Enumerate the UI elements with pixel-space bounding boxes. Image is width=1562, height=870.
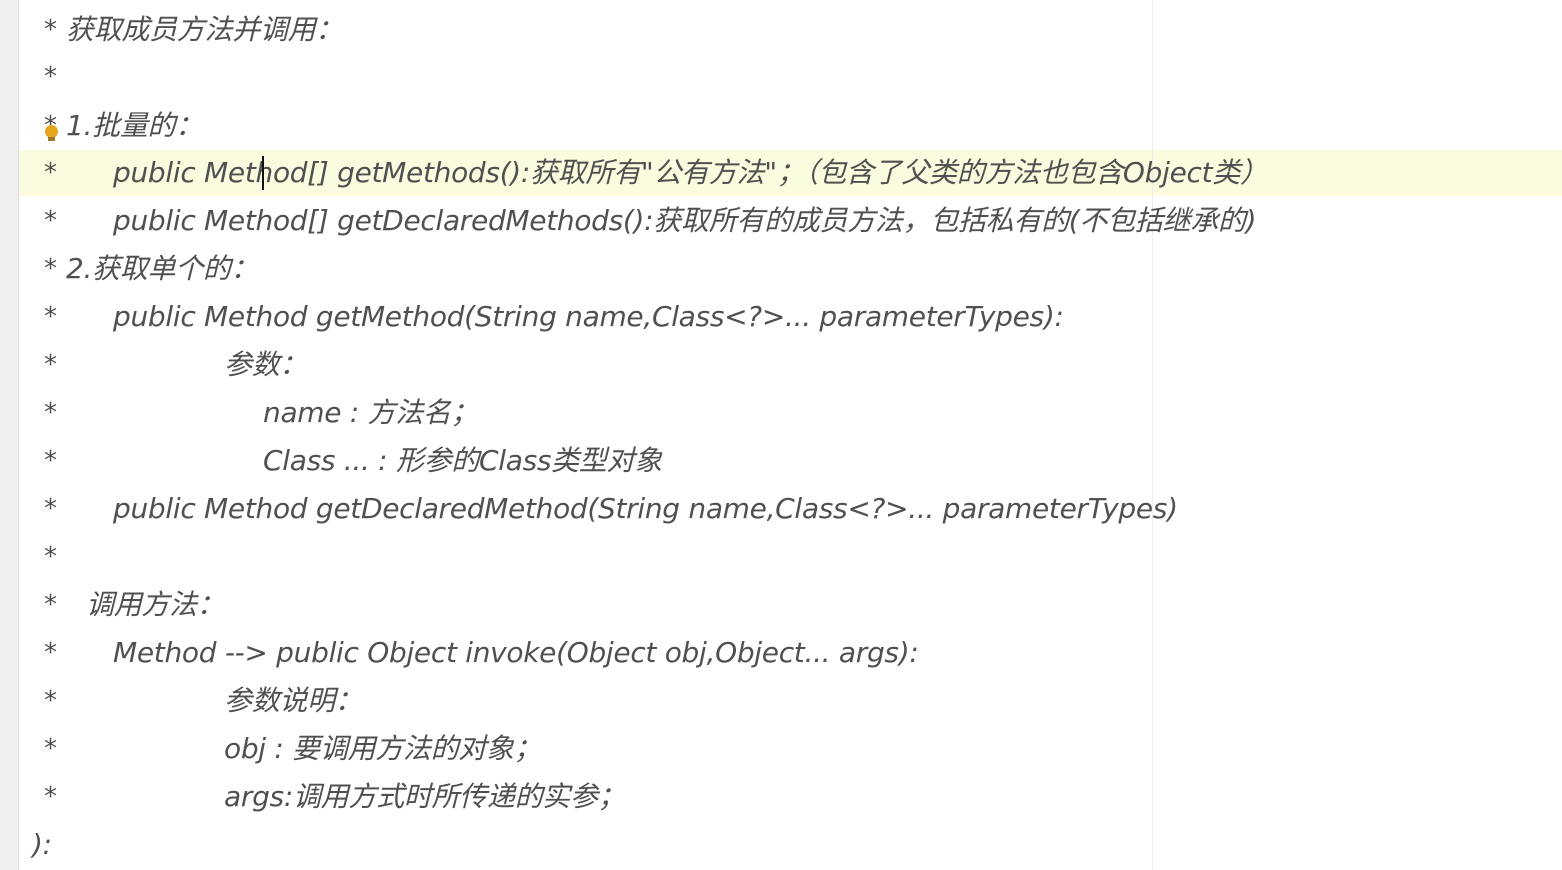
comment-star: * xyxy=(44,446,57,476)
code-text: 获取成员方法并调用： xyxy=(66,13,344,46)
code-text: 参数： xyxy=(224,348,308,381)
code-text: ): xyxy=(32,828,52,861)
comment-star: * xyxy=(44,542,57,572)
code-text: public Method[] getDeclaredMethods():获取所… xyxy=(113,204,1257,237)
comment-star: * xyxy=(44,398,57,428)
comment-star: * xyxy=(44,590,57,620)
code-text: 2.获取单个的： xyxy=(66,252,259,285)
code-text: args:调用方式时所传递的实参； xyxy=(224,780,626,813)
comment-star: * xyxy=(44,686,57,716)
code-text: 1.批量的： xyxy=(66,109,203,142)
code-text: Class ... : 形参的Class类型对象 xyxy=(263,444,662,477)
comment-star: * xyxy=(44,782,57,812)
comment-star: * xyxy=(44,158,57,188)
code-text: obj : 要调用方法的对象； xyxy=(224,732,542,765)
code-text: public Method getMethod(String name,Clas… xyxy=(113,300,1064,333)
code-text: public Method[] getMethods():获取所有"公有方法"；… xyxy=(113,156,1268,189)
comment-star: * xyxy=(44,206,57,236)
code-editor[interactable]: * 获取成员方法并调用： * * 1.批量的： * public Method[… xyxy=(0,0,1562,870)
comment-star: * xyxy=(44,15,57,45)
code-text: Method --> public Object invoke(Object o… xyxy=(113,636,919,669)
comment-star: * xyxy=(44,254,57,284)
comment-star: * xyxy=(44,62,57,92)
comment-star: * xyxy=(44,638,57,668)
comment-star: * xyxy=(44,494,57,524)
editor-gutter[interactable] xyxy=(0,0,19,870)
code-text: name : 方法名； xyxy=(263,396,479,429)
code-text: public Method getDeclaredMethod(String n… xyxy=(113,492,1178,525)
right-margin-guide xyxy=(1152,0,1153,870)
comment-star: * xyxy=(44,350,57,380)
text-caret xyxy=(262,156,264,190)
comment-star: * xyxy=(44,302,57,332)
lightbulb-base xyxy=(48,137,55,141)
code-text: 调用方法： xyxy=(86,588,225,621)
comment-star: * xyxy=(44,734,57,764)
code-text: 参数说明： xyxy=(224,684,363,717)
